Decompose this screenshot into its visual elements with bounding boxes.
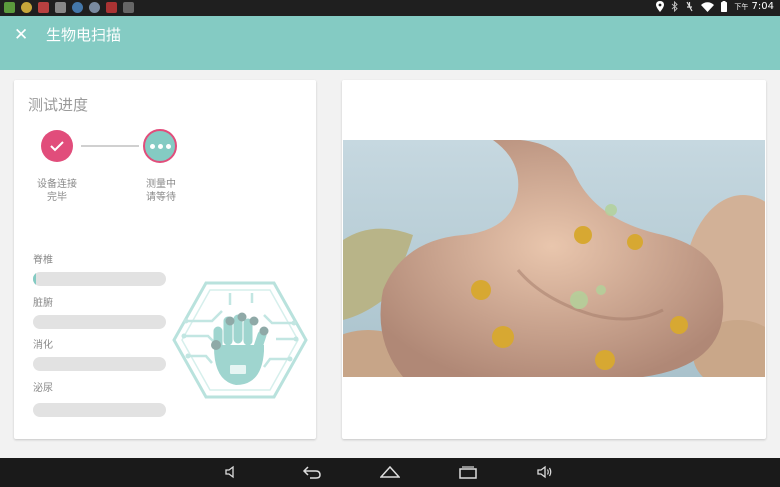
progress-fill-spine bbox=[33, 272, 36, 286]
app-bar: ✕ 生物电扫描 bbox=[0, 16, 780, 70]
globe-icon bbox=[72, 2, 83, 13]
metric-label-spine: 脊椎 bbox=[33, 255, 53, 266]
recents-icon[interactable] bbox=[458, 465, 478, 479]
step-label-measuring: 测量中 请等待 bbox=[146, 179, 176, 203]
progress-bar-digestion bbox=[33, 357, 166, 371]
metric-label-digestion: 消化 bbox=[33, 340, 53, 351]
volume-up-icon[interactable] bbox=[536, 465, 554, 479]
globe-icon bbox=[89, 2, 100, 13]
progress-bar-spine bbox=[33, 272, 166, 286]
clock: 7:04 bbox=[751, 1, 774, 12]
step-label-connected: 设备连接 完毕 bbox=[37, 179, 77, 203]
progress-card: 测试进度 设备连接 完毕 测量中 请等待 脊椎 脏腑 消化 泌尿 bbox=[14, 80, 316, 439]
close-icon[interactable]: ✕ bbox=[14, 25, 28, 45]
image-icon bbox=[55, 2, 66, 13]
back-icon[interactable] bbox=[302, 465, 322, 479]
page-title: 生物电扫描 bbox=[46, 26, 122, 44]
hand-circuit-hexagon-icon bbox=[172, 281, 308, 399]
volume-down-icon[interactable] bbox=[224, 465, 238, 479]
progress-bar-organs bbox=[33, 315, 166, 329]
metric-label-organs: 脏腑 bbox=[33, 298, 53, 309]
notification-icons bbox=[4, 2, 134, 13]
step-active-indicator bbox=[143, 129, 177, 163]
sun-icon bbox=[21, 2, 32, 13]
check-icon bbox=[50, 141, 64, 152]
calendar-icon bbox=[106, 2, 117, 13]
progress-title: 测试进度 bbox=[28, 96, 89, 114]
app-icon bbox=[123, 2, 134, 13]
home-icon[interactable] bbox=[380, 465, 400, 479]
wifi-icon bbox=[701, 1, 715, 12]
ampm-text: 下午 bbox=[734, 3, 749, 11]
step-connector bbox=[81, 145, 139, 147]
more-dots-icon bbox=[149, 143, 171, 149]
stomach-illustration bbox=[343, 140, 765, 377]
gallery-icon bbox=[4, 2, 15, 13]
system-status: 下午 7:04 bbox=[656, 1, 774, 12]
location-icon bbox=[656, 1, 665, 12]
battery-icon bbox=[721, 1, 728, 12]
app-icon bbox=[38, 2, 49, 13]
metric-label-urinary: 泌尿 bbox=[33, 383, 53, 394]
progress-bar-urinary bbox=[33, 403, 166, 417]
status-bar: 下午 7:04 bbox=[0, 0, 780, 16]
navigation-bar bbox=[0, 458, 780, 487]
animation-card bbox=[342, 80, 766, 439]
step-done-indicator bbox=[41, 130, 73, 162]
bluetooth-icon bbox=[672, 1, 679, 12]
sync-off-icon bbox=[686, 1, 693, 12]
